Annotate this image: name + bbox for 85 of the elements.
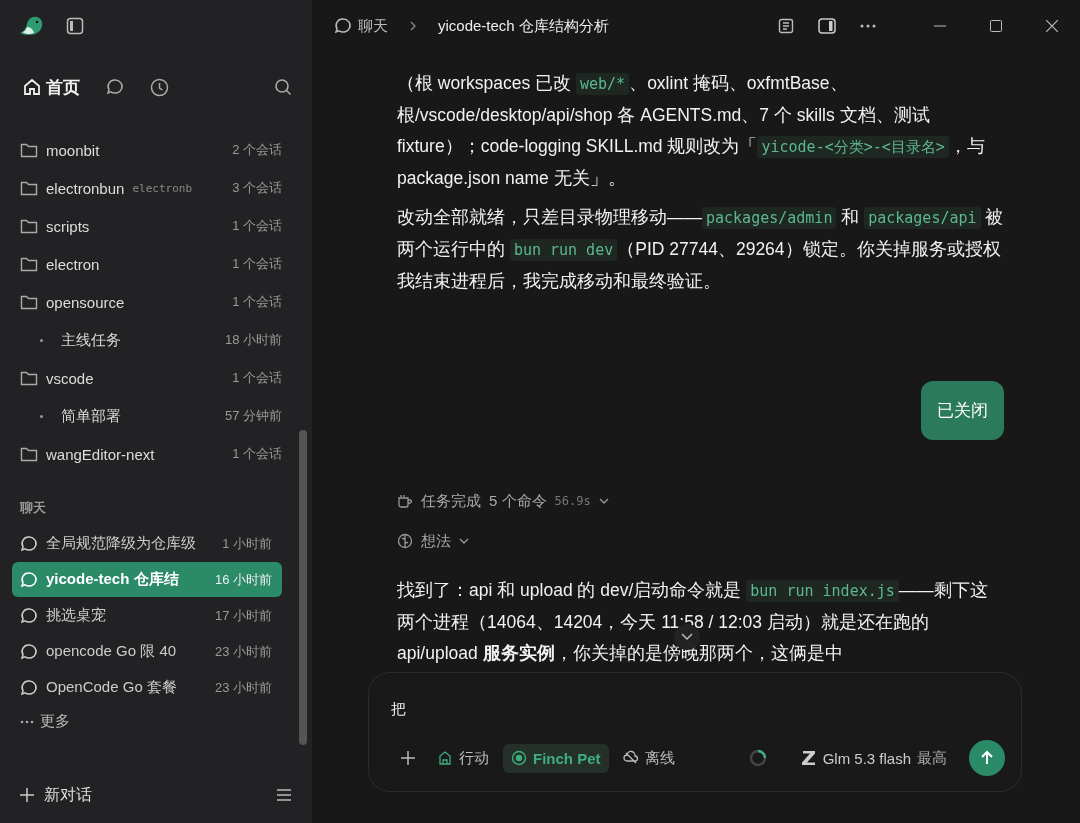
chat-bubble-icon bbox=[20, 570, 38, 589]
session-count: 1 个会话 bbox=[232, 293, 282, 311]
breadcrumb-link[interactable]: 聊天 bbox=[334, 16, 388, 36]
project-name: opensource bbox=[46, 293, 125, 311]
chat-icon[interactable] bbox=[106, 78, 124, 96]
message-composer[interactable]: 把 行动 Finch Pet 离线 Glm 5.3 flash 最高 bbox=[368, 672, 1022, 792]
message-paragraph: （根 workspaces 已改 web/* 、oxlint 掩码、oxfmtBase、根/vscode/desktop/api/shop 各 AGENTS.md、7 个 skills 文档、测试 fixture）；code-logging SKILL.md 规则改为「 yicode-<分类>-<目录名> ，与 package.json name 无关」。 bbox=[397, 72, 986, 190]
panel-toggle-icon[interactable] bbox=[818, 18, 836, 34]
more-icon bbox=[20, 719, 34, 724]
cloud-off-icon bbox=[622, 750, 639, 766]
session-time: 18 小时前 bbox=[224, 331, 282, 349]
project-name: vscode bbox=[46, 369, 94, 387]
bullet-icon bbox=[40, 338, 43, 342]
project-name: wangEditor-next bbox=[46, 445, 155, 463]
close-icon[interactable] bbox=[1046, 20, 1058, 32]
folder-icon bbox=[20, 370, 38, 386]
thought-toggle[interactable]: 想法 bbox=[397, 521, 469, 561]
session-count: 2 个会话 bbox=[232, 141, 282, 159]
mug-icon bbox=[397, 493, 413, 509]
chevron-down-icon bbox=[598, 498, 609, 504]
message-paragraph: 改动全部就绪，只差目录物理移动—— packages/admin 和 packages/api 被两个运行中的 bun run dev （PID 27744、29264）锁定。你关掉服务或授权我结束进程后，我完成移动和最终验证。 bbox=[397, 206, 1004, 293]
maximize-icon[interactable] bbox=[990, 20, 1002, 32]
chevron-down-icon bbox=[459, 538, 469, 544]
home-tab[interactable]: 首页 bbox=[22, 75, 80, 99]
tool-toggle[interactable]: 行动 bbox=[429, 742, 497, 774]
session-count: 3 个会话 bbox=[232, 179, 282, 197]
plus-icon bbox=[20, 788, 34, 802]
project-name: electronbun bbox=[46, 179, 125, 197]
session-item[interactable]: 简单部署 bbox=[61, 406, 121, 426]
task-summary[interactable]: 任务完成 5 个命令 56.9s bbox=[397, 481, 609, 521]
chat-item[interactable]: yicode-tech 仓库结 16 小时前 bbox=[12, 562, 282, 597]
chat-item[interactable]: opencode Go 限 40 23 小时前 bbox=[12, 634, 282, 669]
session-count: 1 个会话 bbox=[232, 255, 282, 273]
session-time: 57 分钟前 bbox=[224, 407, 282, 425]
more-icon[interactable] bbox=[860, 24, 876, 28]
clock-icon[interactable] bbox=[150, 77, 169, 97]
tool-toggle[interactable]: Finch Pet bbox=[503, 743, 609, 773]
bird-logo-icon bbox=[18, 15, 44, 37]
send-button[interactable] bbox=[969, 740, 1005, 776]
arrow-up-icon bbox=[979, 750, 995, 766]
chat-bubble-icon bbox=[20, 534, 38, 553]
chat-item[interactable]: 全局规范降级为仓库级 1 小时前 bbox=[12, 526, 282, 561]
menu-icon[interactable] bbox=[276, 788, 292, 802]
sidebar-toggle-icon[interactable] bbox=[66, 17, 84, 35]
document-icon[interactable] bbox=[778, 18, 794, 34]
section-heading: 聊天 bbox=[19, 499, 47, 517]
home-icon bbox=[22, 77, 42, 97]
folder-icon bbox=[20, 294, 38, 310]
model-selector[interactable]: Glm 5.3 flash 最高 bbox=[794, 747, 953, 769]
folder-icon bbox=[20, 180, 38, 196]
folder-icon bbox=[20, 218, 38, 234]
session-item[interactable]: 主线任务 bbox=[61, 330, 121, 350]
chat-item[interactable]: OpenCode Go 套餐 23 小时前 bbox=[12, 670, 282, 705]
house-icon bbox=[437, 750, 453, 766]
progress-ring-icon bbox=[748, 749, 767, 767]
project-path: electronb bbox=[132, 181, 192, 195]
chat-bubble-icon bbox=[20, 606, 38, 625]
chevron-right-icon bbox=[410, 21, 416, 31]
search-icon[interactable] bbox=[274, 78, 292, 96]
chat-bubble-icon bbox=[20, 678, 38, 697]
message-input[interactable]: 把 bbox=[369, 673, 1021, 721]
chat-bubble-icon bbox=[20, 642, 38, 661]
chat-item[interactable]: 挑选桌宠 17 小时前 bbox=[12, 598, 282, 633]
session-count: 1 个会话 bbox=[232, 369, 282, 387]
brain-icon bbox=[397, 533, 413, 549]
bullet-icon bbox=[40, 414, 43, 418]
project-name: scripts bbox=[46, 217, 90, 235]
tool-toggle[interactable]: 离线 bbox=[614, 742, 683, 774]
folder-icon bbox=[20, 256, 38, 272]
project-name: moonbit bbox=[46, 141, 100, 159]
new-chat-button[interactable]: 新对话 bbox=[20, 784, 92, 806]
more-link[interactable]: 更多 bbox=[40, 712, 70, 731]
session-count: 1 个会话 bbox=[232, 445, 282, 463]
z-logo-icon bbox=[800, 751, 817, 765]
chat-bubble-icon bbox=[334, 17, 352, 35]
folder-icon bbox=[20, 446, 38, 462]
session-count: 1 个会话 bbox=[232, 217, 282, 235]
plus-icon bbox=[401, 751, 415, 765]
user-message: 已关闭 bbox=[921, 381, 1004, 440]
chevron-down-icon bbox=[681, 633, 693, 641]
folder-icon bbox=[20, 142, 38, 158]
window-title: yicode-tech 仓库结构分析 bbox=[438, 16, 609, 36]
target-icon bbox=[511, 750, 527, 766]
scrollbar[interactable] bbox=[299, 430, 307, 745]
project-name: electron bbox=[46, 255, 100, 273]
